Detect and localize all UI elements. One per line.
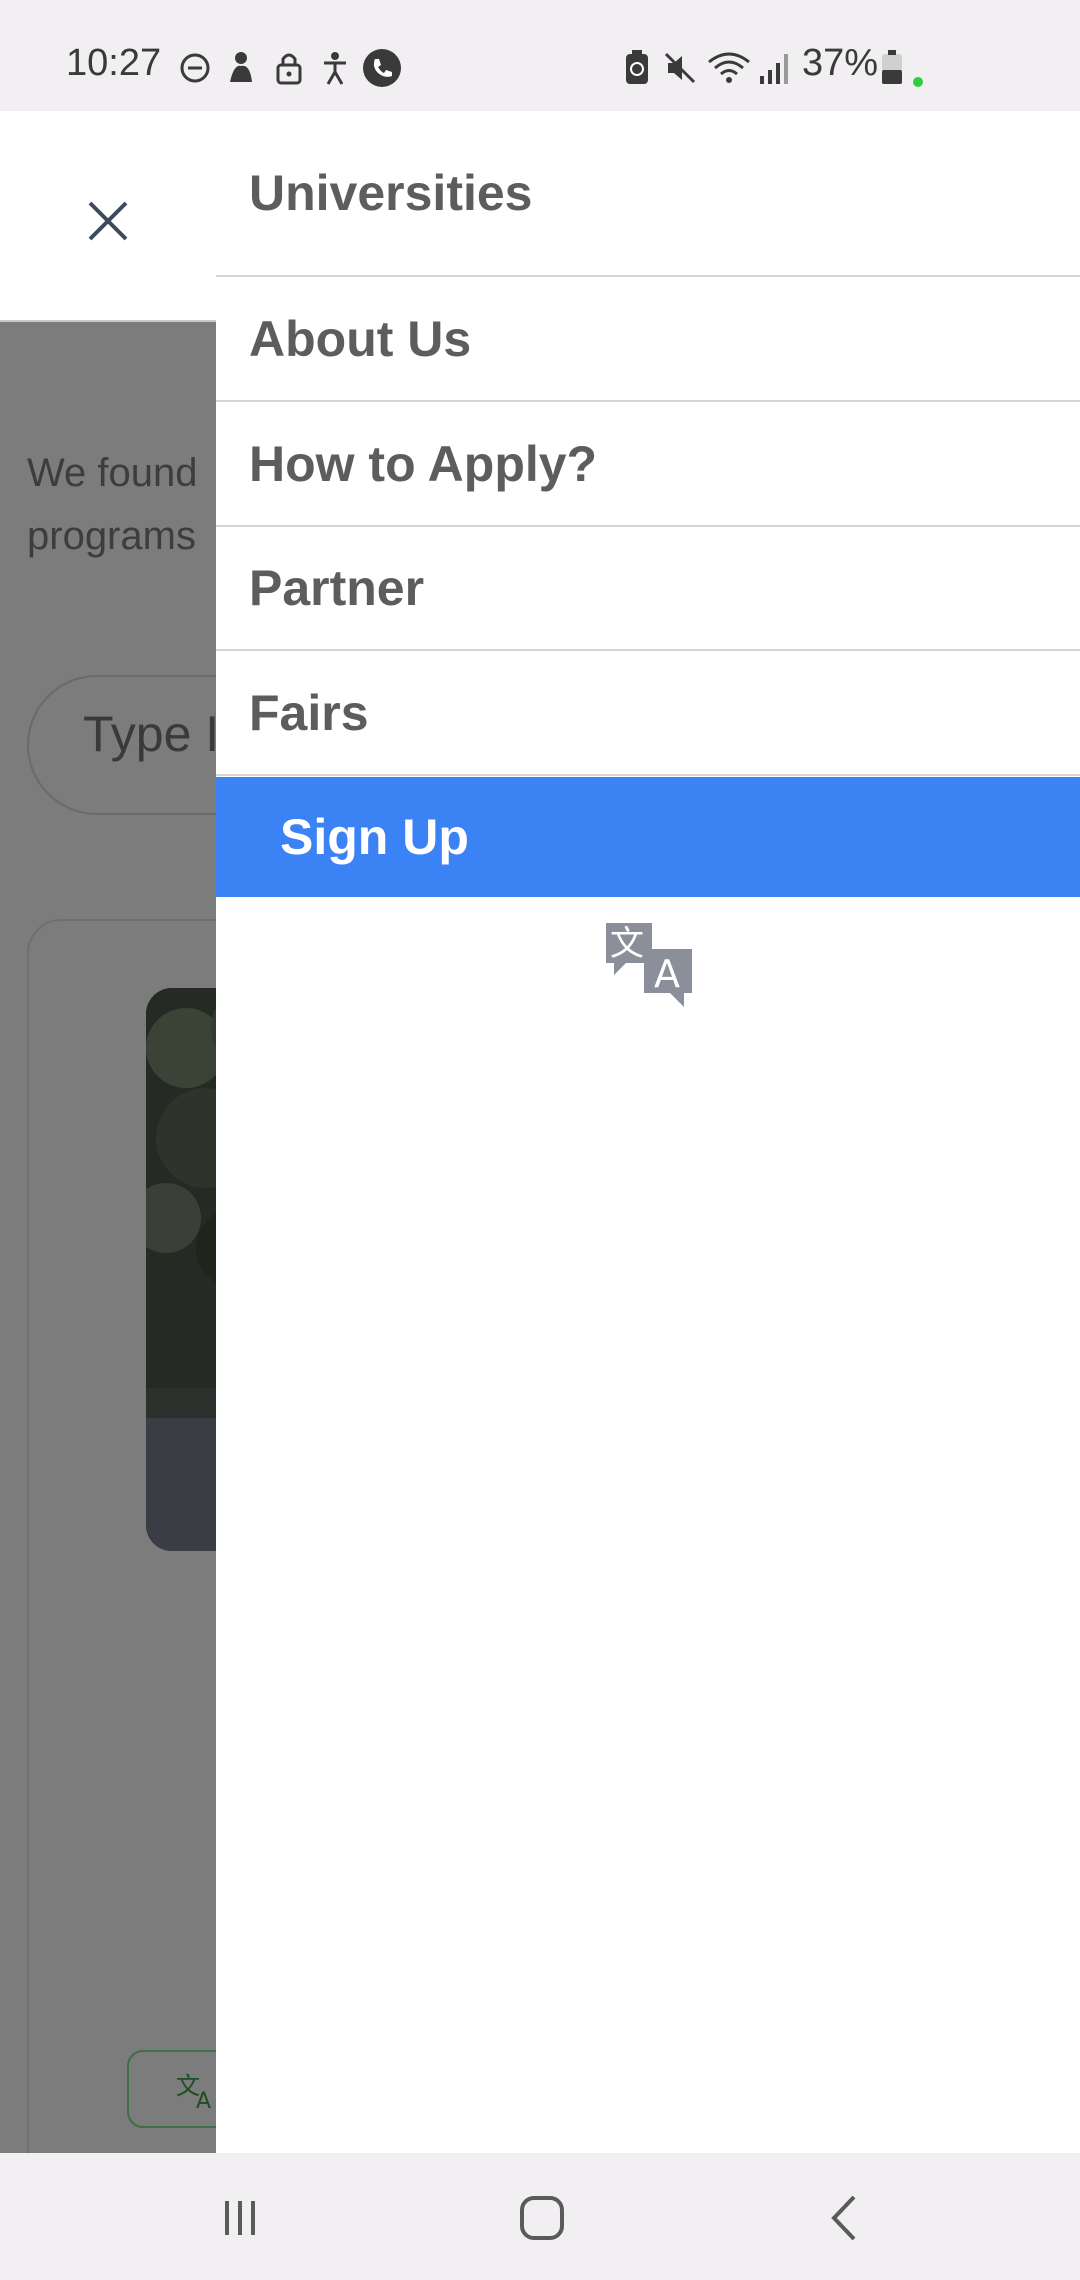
results-summary-line1: We found <box>27 451 198 495</box>
do-not-disturb-icon <box>180 53 210 83</box>
page-header <box>0 111 216 322</box>
signup-button-label: Sign Up <box>280 809 469 865</box>
menu-item-partner[interactable]: Partner <box>216 527 1080 651</box>
green-dot-indicator <box>913 77 923 87</box>
svg-text:A: A <box>654 952 680 996</box>
menu-item-how-to-apply[interactable]: How to Apply? <box>216 403 1080 527</box>
battery-icon <box>882 50 902 84</box>
menu-item-universities[interactable]: Universities <box>216 111 1080 277</box>
mute-icon <box>664 52 696 84</box>
phone-icon <box>363 49 401 87</box>
dimmed-overlay[interactable]: We found programs Type In 文A <box>0 322 216 2153</box>
results-summary: We found programs <box>27 442 216 568</box>
svg-text:文: 文 <box>610 924 644 964</box>
results-summary-line2: programs <box>27 514 196 558</box>
signup-button[interactable]: Sign Up <box>216 777 1080 897</box>
translate-icon[interactable]: 文 A <box>604 921 694 1011</box>
menu-item-label: How to Apply? <box>249 436 598 492</box>
search-placeholder: Type In <box>83 706 216 762</box>
translate-icon: 文A <box>176 2072 211 2112</box>
back-icon[interactable] <box>810 2183 880 2253</box>
university-photo <box>146 988 216 1551</box>
close-icon[interactable] <box>82 195 134 247</box>
status-time: 10:27 <box>66 42 162 84</box>
battery-percent: 37% <box>802 42 879 84</box>
signal-icon <box>760 54 788 84</box>
lock-icon <box>276 53 302 85</box>
navigation-drawer: Universities About Us How to Apply? Part… <box>216 111 1080 2153</box>
recent-apps-icon[interactable] <box>205 2183 275 2253</box>
system-navigation-bar <box>0 2153 1080 2280</box>
menu-item-label: Universities <box>249 165 533 221</box>
accessibility-icon <box>324 52 346 85</box>
menu-item-about-us[interactable]: About Us <box>216 278 1080 402</box>
wifi-icon <box>708 52 750 83</box>
home-icon[interactable] <box>507 2183 577 2253</box>
menu-item-label: Fairs <box>249 685 369 741</box>
menu-item-label: About Us <box>249 311 472 367</box>
notification-icon <box>230 52 252 82</box>
svg-text:A: A <box>196 2089 211 2112</box>
tree-foliage-image <box>146 988 216 1551</box>
menu-item-label: Partner <box>249 560 425 616</box>
menu-item-fairs[interactable]: Fairs <box>216 652 1080 776</box>
battery-saver-icon <box>626 50 648 84</box>
status-bar: 10:27 37% <box>0 0 1080 111</box>
